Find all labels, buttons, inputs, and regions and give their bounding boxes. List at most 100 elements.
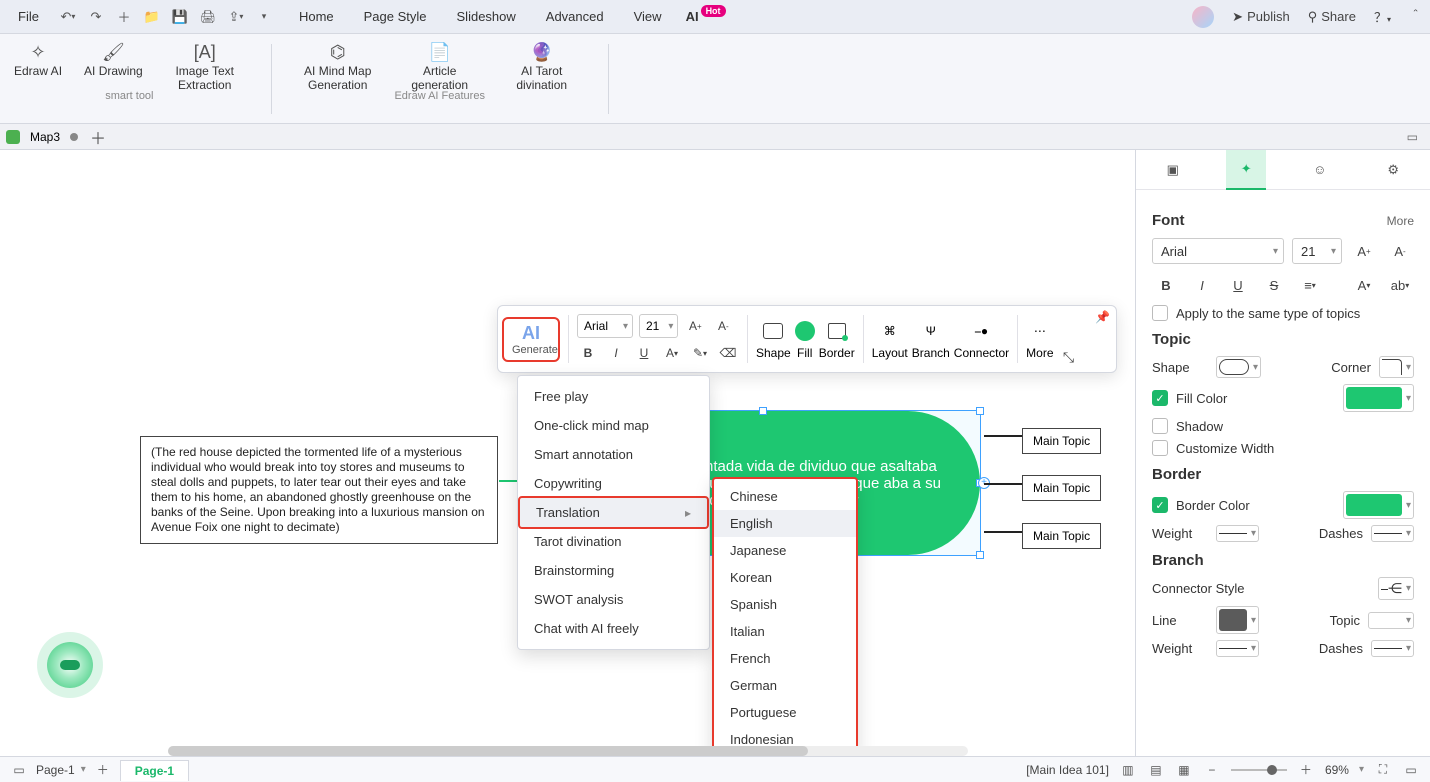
redo-icon[interactable]: ↷ [85, 6, 107, 28]
file-menu[interactable]: File [8, 5, 49, 28]
zoom-slider[interactable] [1231, 769, 1287, 771]
topic-node[interactable]: Main Topic [1022, 475, 1101, 501]
shadow-checkbox[interactable]: Shadow [1152, 418, 1414, 434]
corner-select[interactable]: ▾ [1379, 356, 1414, 378]
apply-same-checkbox[interactable]: Apply to the same type of topics [1152, 305, 1414, 321]
panel-toggle-icon[interactable]: ▭ [1401, 130, 1424, 144]
export-icon[interactable]: ⇪▾ [225, 6, 247, 28]
decrease-font-icon[interactable]: A- [1386, 237, 1414, 265]
panel-tab-settings[interactable]: ⚙ [1373, 150, 1413, 190]
lang-german[interactable]: German [714, 672, 856, 699]
bold-icon[interactable]: B [577, 342, 599, 364]
resize-handle[interactable] [759, 407, 767, 415]
fit-window-icon[interactable]: ▭ [1402, 761, 1420, 779]
ribbon-ai-drawing[interactable]: 🖌 AI Drawing [80, 40, 147, 94]
decrease-font-icon[interactable]: A- [712, 315, 734, 337]
translation-result-note[interactable]: (The red house depicted the tormented li… [140, 436, 498, 544]
border-section[interactable]: Border [819, 318, 855, 360]
shape-select[interactable]: ▾ [1216, 356, 1261, 378]
avatar[interactable] [1192, 6, 1214, 28]
font-color-icon[interactable]: A▾ [1350, 271, 1378, 299]
outline-toggle-icon[interactable]: ▭ [10, 761, 28, 779]
border-color-checkbox[interactable]: ✓Border Color ▾ [1152, 491, 1414, 519]
clear-format-icon[interactable]: ⌫ [717, 342, 739, 364]
help-icon[interactable]: ？▾ [1374, 7, 1391, 26]
ribbon-edraw-ai[interactable]: ✧ Edraw AI [10, 40, 66, 94]
horizontal-scrollbar[interactable] [168, 746, 968, 756]
branch-dashes-select[interactable]: ▾ [1371, 640, 1414, 657]
topic-node[interactable]: Main Topic [1022, 428, 1101, 454]
topic-node[interactable]: Main Topic [1022, 523, 1101, 549]
page-tab[interactable]: Page-1 [120, 760, 189, 781]
ribbon-image-text-extraction[interactable]: [A] Image Text Extraction [161, 40, 249, 94]
dropdown-item-chat[interactable]: Chat with AI freely [518, 614, 709, 643]
customize-width-checkbox[interactable]: Customize Width [1152, 440, 1414, 456]
chevron-down-icon[interactable]: ▾ [81, 764, 86, 775]
panel-tab-page[interactable]: ▣ [1153, 150, 1193, 190]
dropdown-item-translation[interactable]: Translation▸ [518, 496, 709, 529]
panel-font-size[interactable]: 21 [1292, 238, 1342, 264]
increase-font-icon[interactable]: A+ [1350, 237, 1378, 265]
lang-italian[interactable]: Italian [714, 618, 856, 645]
underline-icon[interactable]: U [1224, 271, 1252, 299]
presentation-icon[interactable]: ▤ [1147, 761, 1165, 779]
panel-font-family[interactable]: Arial [1152, 238, 1284, 264]
resize-handle[interactable] [976, 407, 984, 415]
tab-view[interactable]: View [628, 5, 668, 28]
ai-badge[interactable]: AIHot [686, 9, 726, 24]
zoom-in-icon[interactable]: ＋ [1297, 761, 1315, 779]
italic-icon[interactable]: I [1188, 271, 1216, 299]
expand-toolbar-icon[interactable]: ⤡ [1058, 346, 1080, 368]
doc-tab[interactable]: Map3 [30, 130, 60, 144]
lang-chinese[interactable]: Chinese [714, 483, 856, 510]
dropdown-item-oneclick[interactable]: One-click mind map [518, 411, 709, 440]
undo-icon[interactable]: ↶▾ [57, 6, 79, 28]
fill-section[interactable]: Fill [795, 318, 815, 360]
ribbon-mindmap-gen[interactable]: ⌬ AI Mind Map Generation [294, 40, 382, 94]
ribbon-article-gen[interactable]: 📄 Article generation [396, 40, 484, 94]
fill-color-checkbox[interactable]: ✓Fill Color ▾ [1152, 384, 1414, 412]
open-icon[interactable]: 📁 [141, 6, 163, 28]
font-size-select[interactable]: 21 [639, 314, 678, 338]
italic-icon[interactable]: I [605, 342, 627, 364]
align-icon[interactable]: ≡▾ [1296, 271, 1324, 299]
collapse-icon[interactable]: ＾ [1409, 7, 1422, 26]
save-icon[interactable]: 💾 [169, 6, 191, 28]
print-icon[interactable]: 🖨 [197, 6, 219, 28]
add-tab-button[interactable]: ＋ [88, 125, 108, 149]
dropdown-item-swot[interactable]: SWOT analysis [518, 585, 709, 614]
tab-advanced[interactable]: Advanced [540, 5, 610, 28]
connector-style-select[interactable]: ⎯⋲▾ [1378, 577, 1414, 600]
branch-topic-select[interactable]: ▾ [1368, 612, 1414, 629]
resize-handle[interactable] [976, 551, 984, 559]
fit-page-icon[interactable]: ▦ [1175, 761, 1193, 779]
font-color-icon[interactable]: A▾ [661, 342, 683, 364]
lang-japanese[interactable]: Japanese [714, 537, 856, 564]
strikethrough-icon[interactable]: S [1260, 271, 1288, 299]
font-family-select[interactable]: Arial [577, 314, 633, 338]
layout-section[interactable]: ⌘ Layout [872, 318, 908, 360]
more-section[interactable]: ⋯ More [1026, 318, 1053, 360]
dropdown-item-brainstorming[interactable]: Brainstorming [518, 556, 709, 585]
share-button[interactable]: ⚲ Share [1308, 9, 1356, 25]
tab-home[interactable]: Home [293, 5, 340, 28]
canvas[interactable]: (The red house depicted the tormented li… [0, 150, 1135, 756]
branch-section[interactable]: Ψ Branch [912, 318, 950, 360]
lang-french[interactable]: French [714, 645, 856, 672]
lang-english[interactable]: English [714, 510, 856, 537]
branch-weight-select[interactable]: ▾ [1216, 640, 1259, 657]
ribbon-tarot[interactable]: 🔮 AI Tarot divination [498, 40, 586, 94]
shape-section[interactable]: Shape [756, 318, 791, 360]
underline-icon[interactable]: U [633, 342, 655, 364]
lang-spanish[interactable]: Spanish [714, 591, 856, 618]
connector-section[interactable]: ⎯● Connector [954, 318, 1009, 360]
zoom-out-icon[interactable]: − [1203, 761, 1221, 779]
panel-tab-emoji[interactable]: ☺ [1300, 150, 1340, 190]
tab-page-style[interactable]: Page Style [358, 5, 433, 28]
highlight-icon[interactable]: ✎▾ [689, 342, 711, 364]
fullscreen-icon[interactable]: ⛶ [1374, 761, 1392, 779]
tab-slideshow[interactable]: Slideshow [451, 5, 522, 28]
line-color-swatch[interactable]: ▾ [1216, 606, 1259, 634]
new-icon[interactable]: ＋ [113, 6, 135, 28]
pin-icon[interactable]: 📌 [1095, 310, 1110, 324]
